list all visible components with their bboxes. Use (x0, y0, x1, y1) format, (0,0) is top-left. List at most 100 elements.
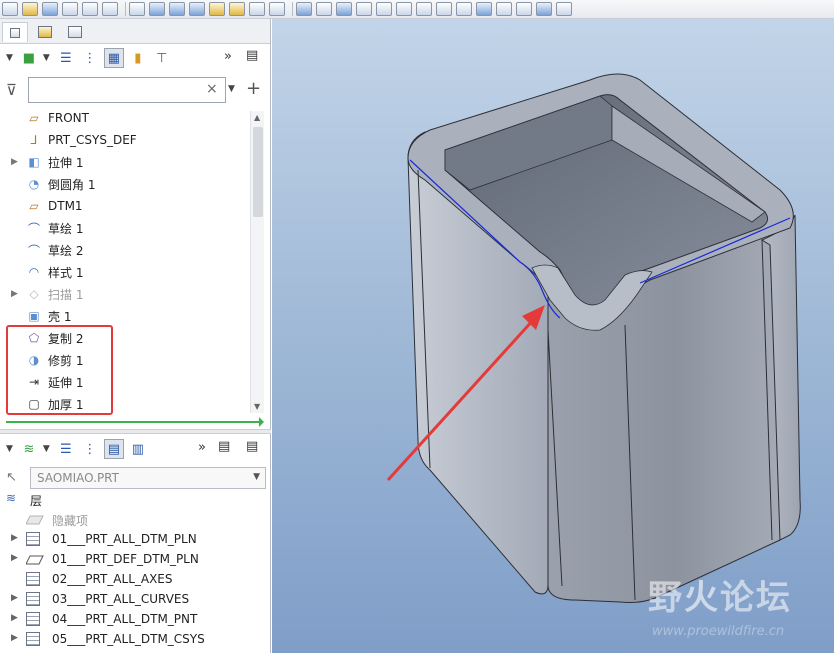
notes-icon[interactable]: ▤ (246, 439, 258, 454)
expand-arrow-icon[interactable]: ▶ (11, 633, 18, 643)
layer-hidden-items[interactable]: 隐藏项 (0, 509, 265, 529)
insert-here-marker[interactable] (6, 417, 264, 427)
scroll-thumb[interactable] (253, 127, 263, 217)
window-icon[interactable] (82, 2, 98, 16)
mirror-icon[interactable] (476, 2, 492, 16)
axis-icon[interactable] (229, 2, 245, 16)
expand-arrow-icon[interactable]: ▶ (11, 553, 18, 563)
chevron-down-icon[interactable]: ▼ (6, 53, 13, 63)
tab-folder-browser[interactable] (32, 22, 58, 42)
layer-hide-icon[interactable]: ▥ (128, 439, 148, 459)
chevron-down-icon[interactable]: ▼ (6, 444, 13, 454)
open-icon[interactable] (22, 2, 38, 16)
tree-list-icon[interactable]: ☰ (56, 439, 76, 459)
appearance-icon[interactable] (316, 2, 332, 16)
tree-filter-view-icon[interactable]: ▦ (103, 48, 124, 68)
tab-model-tree[interactable] (2, 22, 28, 42)
bookmark-icon[interactable]: ▮ (128, 48, 148, 68)
graphics-viewport[interactable]: 野火论坛 www.proewildfire.cn (272, 19, 834, 653)
new-icon[interactable] (2, 2, 18, 16)
layer-show-icon[interactable]: ▤ (103, 439, 124, 459)
layer-item[interactable]: ▶ 01___PRT_DEF_DTM_PLN (0, 549, 265, 569)
tree-item-sketch-2[interactable]: ⌒ 草绘 2 (0, 239, 260, 261)
tree-item-shell-1[interactable]: ▣ 壳 1 (0, 305, 260, 327)
watermark-text: 野火论坛 (648, 570, 792, 619)
chevron-down-icon[interactable]: ▼ (43, 53, 50, 63)
regenerate-icon[interactable] (62, 2, 78, 16)
tree-item-sketch-1[interactable]: ⌒ 草绘 1 (0, 217, 260, 239)
notes-icon[interactable]: ▤ (246, 48, 258, 63)
model-select-field[interactable]: SAOMIAO.PRT (30, 467, 266, 489)
tree-columns-icon[interactable]: ⋮ (80, 439, 100, 459)
layer-root[interactable]: ≋ 层 (0, 489, 265, 509)
tree-scrollbar[interactable]: ▲ ▼ (250, 111, 264, 413)
tree-columns-icon[interactable]: ⋮ (80, 48, 100, 68)
tree-list-icon[interactable]: ☰ (56, 48, 76, 68)
expand-arrow-icon[interactable]: ▶ (11, 593, 18, 603)
clear-icon[interactable]: × (206, 81, 218, 97)
round-icon: ◔ (28, 177, 40, 191)
shell-icon[interactable] (376, 2, 392, 16)
layer-label: 01___PRT_DEF_DTM_PLN (52, 552, 199, 566)
layer-item[interactable]: ▶ 04___PRT_ALL_DTM_PNT (0, 609, 265, 629)
offset-icon[interactable] (536, 2, 552, 16)
tree-item-round-1[interactable]: ◔ 倒圆角 1 (0, 173, 260, 195)
expand-arrow-icon[interactable]: ▶ (11, 289, 18, 299)
merge-icon[interactable] (496, 2, 512, 16)
tree-item-sweep-1[interactable]: ▶ ◇ 扫描 1 (0, 283, 260, 305)
scroll-up-icon[interactable]: ▲ (254, 113, 260, 122)
layer-properties-icon[interactable]: ▤ (218, 439, 230, 454)
rib-icon[interactable] (396, 2, 412, 16)
layer-item[interactable]: ▶ 03___PRT_ALL_CURVES (0, 589, 265, 609)
more-icon[interactable]: » (198, 440, 206, 455)
tree-item-label: PRT_CSYS_DEF (48, 133, 137, 147)
undo-icon[interactable] (102, 2, 118, 16)
tree-item-dtm1[interactable]: ▱ DTM1 (0, 195, 260, 217)
filter-icon[interactable]: ⊽ (6, 81, 17, 99)
sweep-icon[interactable] (336, 2, 352, 16)
sketch-icon[interactable] (149, 2, 165, 16)
view-icon[interactable] (296, 2, 312, 16)
tab-favorites[interactable] (62, 22, 88, 42)
revolve-icon[interactable] (189, 2, 205, 16)
layers-icon[interactable]: ≋ (19, 439, 39, 459)
scroll-down-icon[interactable]: ▼ (254, 402, 260, 411)
chevron-down-icon[interactable]: ▼ (43, 444, 50, 454)
expand-arrow-icon[interactable]: ▶ (11, 533, 18, 543)
chevron-down-icon[interactable]: ▼ (253, 472, 260, 482)
tree-item-style-1[interactable]: ◠ 样式 1 (0, 261, 260, 283)
copy-icon[interactable] (436, 2, 452, 16)
layer-item[interactable]: ▶ 05___PRT_ALL_DTM_CSYS (0, 629, 265, 649)
expand-arrow-icon[interactable]: ▶ (11, 157, 18, 167)
csys-icon[interactable] (269, 2, 285, 16)
panel-splitter[interactable] (0, 429, 271, 434)
extrude-icon[interactable] (169, 2, 185, 16)
more-icon[interactable]: » (224, 49, 232, 64)
thicken-icon[interactable] (556, 2, 572, 16)
model-tree-icon (10, 27, 20, 38)
datum-plane-icon[interactable] (209, 2, 225, 16)
part-model[interactable] (272, 19, 834, 653)
part-icon[interactable]: ■ (19, 48, 39, 68)
tree-settings-icon[interactable]: ⊤ (152, 48, 172, 68)
redo-icon[interactable] (129, 2, 145, 16)
csys-icon: ⅃ (30, 133, 38, 147)
tree-item-front[interactable]: ▱ FRONT (0, 107, 260, 129)
expand-arrow-icon[interactable]: ▶ (11, 613, 18, 623)
save-icon[interactable] (42, 2, 58, 16)
chevron-down-icon[interactable]: ▼ (228, 84, 235, 94)
model-select[interactable]: ↖ SAOMIAO.PRT ▼ (4, 467, 266, 489)
layer-item[interactable]: ▶ 01___PRT_ALL_DTM_PLN (0, 529, 265, 549)
paste-icon[interactable] (456, 2, 472, 16)
measure-icon[interactable] (416, 2, 432, 16)
tree-item-extrude-1[interactable]: ▶ ◧ 拉伸 1 (0, 151, 260, 173)
point-icon[interactable] (249, 2, 265, 16)
layer-item[interactable]: 02___PRT_ALL_AXES (0, 569, 265, 589)
tree-search-input[interactable] (28, 77, 226, 103)
tree-item-prt-csys-def[interactable]: ⅃ PRT_CSYS_DEF (0, 129, 260, 151)
trim-icon[interactable] (516, 2, 532, 16)
add-icon[interactable]: + (246, 78, 261, 99)
blend-icon[interactable] (356, 2, 372, 16)
layer-icon (26, 632, 40, 646)
tree-item-label: 样式 1 (48, 265, 84, 280)
